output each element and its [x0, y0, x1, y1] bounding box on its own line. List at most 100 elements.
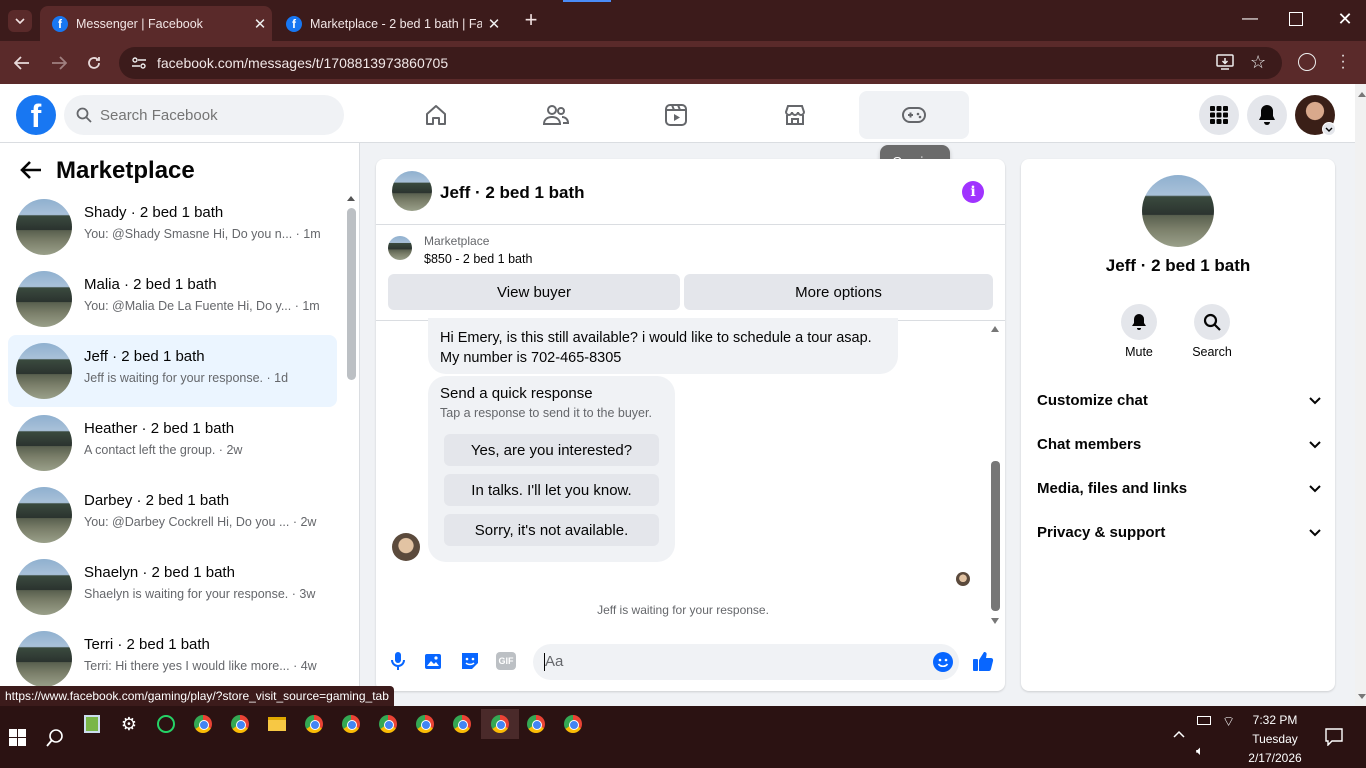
scroll-down-arrow-icon[interactable]	[991, 618, 999, 624]
sender-avatar[interactable]	[392, 533, 420, 561]
settings-app-icon[interactable]: ⚙	[115, 712, 143, 736]
windows-logo-icon	[9, 729, 26, 746]
volume-icon[interactable]: 🔈︎	[1196, 743, 1204, 759]
install-app-icon[interactable]	[1216, 54, 1234, 70]
chrome-app-icon[interactable]	[300, 712, 328, 736]
minimize-button[interactable]: —	[1240, 10, 1260, 30]
info-icon[interactable]: i	[962, 181, 984, 203]
conversation-list-scrollbar[interactable]	[347, 208, 356, 380]
conversation-preview: Shaelyn is waiting for your response. · …	[84, 587, 316, 601]
forward-button[interactable]	[47, 52, 71, 74]
page-scrollbar[interactable]	[1355, 84, 1366, 706]
chrome-app-icon[interactable]	[189, 712, 217, 736]
scroll-up-arrow-icon[interactable]	[991, 326, 999, 332]
tab-close-icon[interactable]: ✕	[248, 15, 272, 33]
customize-chat-section[interactable]: Customize chat	[1037, 392, 1321, 409]
address-bar[interactable]: facebook.com/messages/t/1708813973860705	[119, 47, 1282, 79]
maximize-button[interactable]	[1289, 12, 1303, 26]
media-files-links-section[interactable]: Media, files and links	[1037, 480, 1321, 497]
privacy-support-section[interactable]: Privacy & support	[1037, 524, 1321, 541]
new-tab-button[interactable]: +	[520, 9, 542, 32]
chat-scrollbar[interactable]	[991, 461, 1000, 611]
chat-members-section[interactable]: Chat members	[1037, 436, 1321, 453]
listing-thumbnail	[16, 559, 72, 615]
notifications-button[interactable]	[1247, 95, 1287, 135]
conversation-name: Shaelyn · 2 bed 1 bath	[84, 564, 235, 581]
more-options-button[interactable]: More options	[684, 274, 993, 310]
conversation-item[interactable]: Terri · 2 bed 1 bath Terri: Hi there yes…	[8, 623, 337, 686]
conversation-item-active[interactable]: Jeff · 2 bed 1 bath Jeff is waiting for …	[8, 335, 337, 407]
scroll-up-arrow-icon[interactable]	[347, 196, 355, 201]
gif-button[interactable]: GIF	[496, 652, 516, 670]
emoji-icon[interactable]	[933, 652, 953, 672]
conversation-item[interactable]: Darbey · 2 bed 1 bath You: @Darbey Cockr…	[8, 479, 337, 551]
details-avatar[interactable]	[1142, 175, 1214, 247]
whatsapp-app-icon[interactable]	[152, 712, 180, 736]
back-arrow-button[interactable]	[20, 160, 42, 180]
quick-reply-button[interactable]: Yes, are you interested?	[444, 434, 659, 466]
listing-thumbnail	[388, 236, 412, 260]
close-window-button[interactable]: ✕	[1335, 9, 1355, 29]
conversation-item[interactable]: Shady · 2 bed 1 bath You: @Shady Smasne …	[8, 191, 337, 263]
chrome-app-icon[interactable]	[559, 712, 587, 736]
chrome-app-icon[interactable]	[448, 712, 476, 736]
quick-reply-button[interactable]: In talks. I'll let you know.	[444, 474, 659, 506]
nav-home[interactable]	[381, 91, 491, 139]
tray-chevron-up-icon[interactable]	[1173, 730, 1185, 738]
chrome-app-icon[interactable]	[226, 712, 254, 736]
back-button[interactable]	[10, 52, 34, 74]
chrome-app-icon[interactable]	[374, 712, 402, 736]
taskbar-search-button[interactable]	[46, 729, 64, 747]
nav-marketplace[interactable]	[740, 91, 850, 139]
file-explorer-app-icon[interactable]	[263, 712, 291, 736]
section-label: Media, files and links	[1037, 480, 1188, 497]
message-bubble[interactable]: Hi Emery, is this still available? i wou…	[428, 318, 898, 374]
nav-video[interactable]	[621, 91, 731, 139]
account-chevron-icon[interactable]	[1322, 122, 1336, 136]
sticker-button[interactable]	[460, 651, 480, 671]
tab-marketplace[interactable]: f Marketplace - 2 bed 1 bath | Fa ✕	[274, 6, 506, 41]
view-buyer-button[interactable]: View buyer	[388, 274, 680, 310]
profile-icon[interactable]	[1298, 53, 1316, 71]
search-input[interactable]	[100, 106, 320, 124]
tab-close-icon[interactable]: ✕	[482, 15, 506, 33]
listing-label: Marketplace	[424, 234, 490, 248]
conversation-item[interactable]: Malia · 2 bed 1 bath You: @Malia De La F…	[8, 263, 337, 335]
notepad-app-icon[interactable]	[78, 712, 106, 736]
site-settings-icon[interactable]	[131, 56, 147, 70]
attach-image-button[interactable]	[424, 651, 444, 671]
bookmark-star-icon[interactable]: ☆	[1250, 53, 1268, 71]
mute-button[interactable]	[1121, 304, 1157, 340]
wifi-icon[interactable]: ⌔	[1222, 713, 1235, 731]
quick-reply-button[interactable]: Sorry, it's not available.	[444, 514, 659, 546]
chrome-app-icon[interactable]	[411, 712, 439, 736]
like-button[interactable]	[972, 650, 994, 672]
tab-search-button[interactable]	[8, 10, 32, 32]
chrome-app-icon-active[interactable]	[486, 712, 514, 736]
chrome-app-icon[interactable]	[522, 712, 550, 736]
nav-gaming[interactable]	[859, 91, 969, 139]
chat-title[interactable]: Jeff · 2 bed 1 bath	[440, 183, 585, 203]
chrome-app-icon[interactable]	[337, 712, 365, 736]
message-composer[interactable]: Aa	[533, 644, 959, 680]
facebook-logo[interactable]: f	[16, 95, 56, 135]
conversation-item[interactable]: Shaelyn · 2 bed 1 bath Shaelyn is waitin…	[8, 551, 337, 623]
conversation-item[interactable]: Heather · 2 bed 1 bath A contact left th…	[8, 407, 337, 479]
menu-button[interactable]	[1199, 95, 1239, 135]
listing-thumbnail	[16, 415, 72, 471]
menu-dots-icon[interactable]: · · ·	[1340, 48, 1346, 76]
battery-icon[interactable]	[1197, 716, 1211, 725]
notification-center-button[interactable]	[1325, 728, 1343, 746]
conversation-preview: Jeff is waiting for your response. · 1d	[84, 371, 289, 385]
system-clock[interactable]: 7:32 PM Tuesday 2/17/2026	[1240, 711, 1310, 768]
nav-friends[interactable]	[501, 91, 611, 139]
start-button[interactable]	[9, 729, 26, 746]
reload-button[interactable]	[82, 52, 106, 74]
search-icon	[1203, 313, 1221, 331]
voice-clip-button[interactable]	[389, 651, 407, 671]
search-conversation-button[interactable]	[1194, 304, 1230, 340]
conversation-name: Jeff · 2 bed 1 bath	[84, 348, 205, 365]
search-box[interactable]	[64, 95, 344, 135]
tab-messenger[interactable]: f Messenger | Facebook ✕	[40, 6, 272, 41]
chat-avatar[interactable]	[392, 171, 432, 211]
